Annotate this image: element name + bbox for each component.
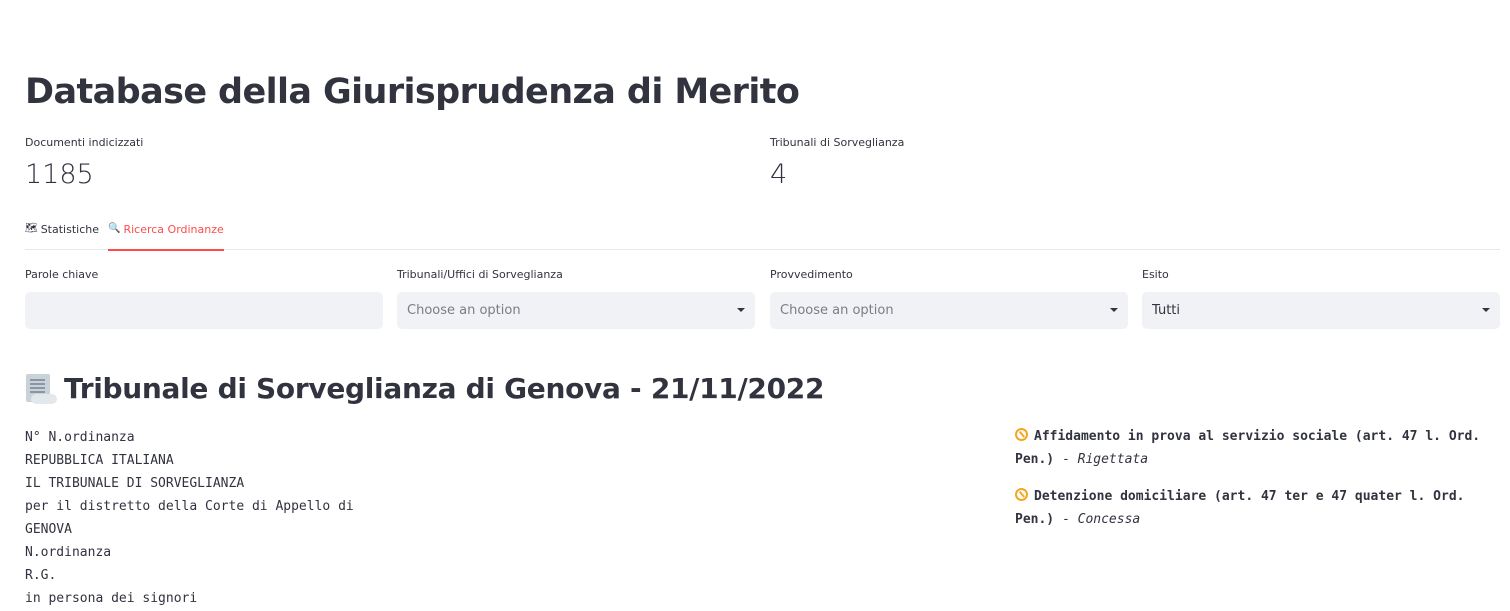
tab-bar: 🗺 Statistiche 🔍 Ricerca Ordinanze — [25, 218, 1500, 251]
document-line: R.G. — [25, 568, 57, 583]
tribunals-placeholder: Choose an option — [407, 303, 521, 318]
page-title: Database della Giurisprudenza di Merito — [25, 72, 800, 112]
metric-documents: Documenti indicizzati 1185 — [25, 136, 143, 190]
document-text: N° N.ordinanza REPUBBLICA ITALIANA IL TR… — [25, 426, 354, 610]
keywords-field[interactable] — [25, 292, 383, 329]
tribunals-select[interactable]: Choose an option — [397, 292, 755, 329]
metric-value: 4 — [770, 159, 788, 190]
scroll-icon — [25, 372, 58, 405]
outcome-list: Affidamento in prova al servizio sociale… — [1015, 426, 1495, 546]
measure-placeholder: Choose an option — [780, 303, 894, 318]
outcome-item: Detenzione domiciliare (art. 47 ter e 47… — [1015, 486, 1495, 531]
document-line: per il distretto della Corte di Appello … — [25, 499, 354, 514]
outcome-label: Esito — [1142, 268, 1169, 281]
outcome-item: Affidamento in prova al servizio sociale… — [1015, 426, 1495, 471]
keywords-input[interactable] — [35, 292, 383, 329]
document-heading: Tribunale di Sorveglianza di Genova - 21… — [25, 372, 824, 405]
document-line: GENOVA — [25, 522, 72, 537]
outcome-selected-value: Tutti — [1152, 303, 1181, 318]
chevron-down-icon — [1110, 308, 1118, 312]
tab-label: Ricerca Ordinanze — [123, 223, 224, 236]
outcome-separator: - — [1054, 511, 1078, 527]
document-line: REPUBBLICA ITALIANA — [25, 453, 174, 468]
magnifier-icon: 🔍 — [108, 223, 121, 234]
document-title: Tribunale di Sorveglianza di Genova - 21… — [64, 372, 825, 405]
outcome-result: Rigettata — [1077, 451, 1149, 467]
document-line: IL TRIBUNALE DI SORVEGLIANZA — [25, 476, 245, 491]
metric-label: Tribunali di Sorveglianza — [770, 136, 905, 149]
metric-tribunals: Tribunali di Sorveglianza 4 — [770, 136, 904, 190]
outcome-select[interactable]: Tutti — [1142, 292, 1500, 329]
outcome-result: Concessa — [1077, 511, 1141, 527]
document-line: in persona dei signori — [25, 591, 198, 606]
compass-icon — [1015, 488, 1028, 501]
keywords-label: Parole chiave — [25, 268, 99, 281]
tab-ricerca-ordinanze[interactable]: 🔍 Ricerca Ordinanze — [108, 218, 224, 251]
compass-icon — [1015, 428, 1028, 441]
measure-label: Provvedimento — [770, 268, 853, 281]
map-icon: 🗺 — [25, 223, 38, 234]
outcome-separator: - — [1054, 451, 1078, 467]
tribunals-label: Tribunali/Uffici di Sorveglianza — [397, 268, 563, 281]
measure-select[interactable]: Choose an option — [770, 292, 1128, 329]
metric-value: 1185 — [25, 159, 94, 190]
tab-label: Statistiche — [40, 223, 99, 236]
chevron-down-icon — [737, 308, 745, 312]
metric-label: Documenti indicizzati — [25, 136, 144, 149]
chevron-down-icon — [1482, 308, 1490, 312]
document-line: N° N.ordinanza — [25, 430, 135, 445]
document-line: N.ordinanza — [25, 545, 112, 560]
tab-statistiche[interactable]: 🗺 Statistiche — [25, 218, 99, 250]
